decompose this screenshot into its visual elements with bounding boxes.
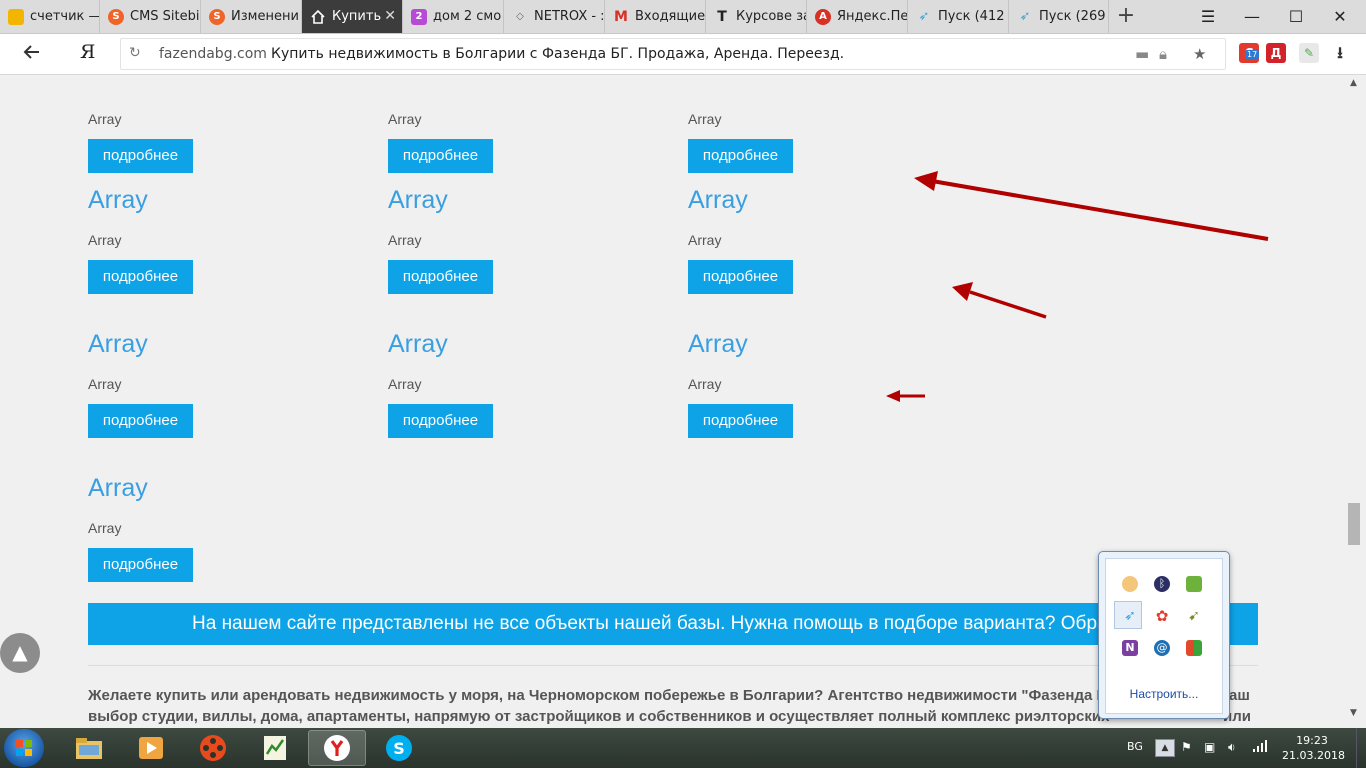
divider: [88, 665, 1258, 666]
start-button[interactable]: [4, 729, 44, 767]
skype-icon[interactable]: S: [370, 730, 428, 766]
address-domain: fazendabg.com: [159, 46, 267, 62]
maximize-button[interactable]: ☐: [1274, 0, 1318, 33]
show-hidden-icons-button[interactable]: ▲: [1155, 739, 1175, 757]
flower-icon[interactable]: ✿: [1154, 608, 1170, 624]
red-arrow: [952, 282, 1047, 319]
safely-remove-hardware-icon[interactable]: ▣: [1204, 740, 1215, 754]
diamond-icon: ◇: [516, 11, 524, 22]
reload-icon[interactable]: ↻: [129, 45, 141, 61]
translate-icon: A: [815, 8, 831, 25]
two-icon: 2: [411, 8, 427, 25]
s-icon: S: [209, 8, 225, 25]
yandex-browser-icon[interactable]: [308, 730, 366, 766]
address-field[interactable]: ↻ fazendabg.com Купить недвижимость в Бо…: [120, 38, 1226, 70]
red-arrow: [914, 171, 1269, 241]
address-toolbar: Я ↻ fazendabg.com Купить недвижимость в …: [0, 34, 1366, 75]
language-indicator[interactable]: BG: [1127, 740, 1143, 753]
onenote-icon[interactable]: N: [1122, 640, 1138, 656]
tab-vkhodyashchie[interactable]: M Входящие: [605, 0, 706, 33]
tab-pusk-269[interactable]: ➶ Пуск (269 l: [1009, 0, 1109, 33]
tab-dom2[interactable]: 2 дом 2 смо: [403, 0, 504, 33]
sparrow-icon[interactable]: ➹: [1186, 608, 1202, 624]
extension-d-icon[interactable]: Д: [1266, 43, 1286, 63]
yandex-logo[interactable]: Я: [80, 41, 95, 63]
scroll-thumb[interactable]: [1348, 503, 1360, 545]
s-icon: S: [108, 8, 124, 25]
back-arrow-icon[interactable]: [20, 41, 44, 65]
media-player-icon[interactable]: [122, 730, 180, 766]
bird-icon: ➶: [918, 9, 930, 24]
red-arrow: [886, 390, 925, 402]
t-icon: T: [717, 8, 727, 25]
bars-icon: [8, 8, 24, 25]
tab-schetchik[interactable]: счетчик —: [0, 0, 100, 33]
bird-icon: ➶: [1019, 9, 1031, 24]
windows-flag-icon[interactable]: [1186, 640, 1202, 656]
description-line: Желаете купить или арендовать недвижимос…: [88, 687, 1108, 704]
film-reel-icon[interactable]: [184, 730, 242, 766]
star-icon[interactable]: ★: [1193, 45, 1206, 63]
house-icon: [310, 9, 326, 25]
tab-yandex-perevod[interactable]: A Яндекс.Пер: [807, 0, 908, 33]
close-tab-icon[interactable]: ✕: [384, 8, 396, 24]
extension-badge: 17: [1245, 50, 1260, 59]
system-clock[interactable]: 19:23 21.03.2018: [1282, 733, 1345, 763]
address-page-title: Купить недвижимость в Болгарии с Фазенда…: [271, 46, 845, 62]
help-banner[interactable]: На нашем сайте представлены не все объек…: [88, 603, 1258, 645]
gmail-icon: M: [614, 8, 628, 25]
menu-icon[interactable]: ☰: [1186, 0, 1230, 33]
at-icon[interactable]: @: [1154, 640, 1170, 656]
description-paragraph: Желаете купить или арендовать недвижимос…: [88, 685, 1258, 728]
page-scrollbar[interactable]: [1346, 75, 1366, 728]
new-tab-button[interactable]: +: [1114, 4, 1138, 28]
show-desktop-button[interactable]: [1356, 728, 1366, 768]
download-icon[interactable]: ⭳: [1330, 43, 1350, 63]
network-signal-icon[interactable]: [1253, 740, 1267, 755]
cheese-icon[interactable]: [1122, 576, 1138, 592]
tab-strip: счетчик — S CMS Sitebi S Изменени Купить…: [0, 0, 1366, 34]
bluetooth-icon[interactable]: ᛒ: [1154, 576, 1170, 592]
close-window-button[interactable]: ✕: [1318, 0, 1362, 33]
description-line: выбор студии, виллы, дома, апартаменты, …: [88, 708, 1110, 725]
svg-text:S: S: [393, 739, 405, 758]
tray-overflow-popup: ᛒ ➶ ✿ ➹ N @ Настроить...: [1098, 551, 1230, 719]
tray-popup-body: ᛒ ➶ ✿ ➹ N @ Настроить...: [1105, 558, 1223, 714]
windows-logo-icon: [16, 740, 32, 756]
explorer-icon[interactable]: [60, 730, 118, 766]
clock-date: 21.03.2018: [1282, 749, 1345, 762]
lock-icon[interactable]: 🔒︎: [1159, 45, 1167, 63]
taskbar: S BG ▲ ⚑ ▣ 🔉︎ 19:23 21.03.2018: [0, 728, 1366, 768]
bird-icon[interactable]: ➶: [1122, 608, 1138, 624]
scroll-up-arrow-icon[interactable]: ▲: [1350, 78, 1357, 88]
tab-kupit-active[interactable]: Купить ✕: [302, 0, 403, 33]
scroll-to-top-button[interactable]: ▲: [0, 633, 40, 673]
chart-notepad-icon[interactable]: [246, 730, 304, 766]
volume-icon[interactable]: 🔉︎: [1228, 740, 1236, 755]
action-center-flag-icon[interactable]: ⚑: [1181, 740, 1192, 754]
extension-notepad-icon[interactable]: ✎: [1299, 43, 1319, 63]
comment-icon[interactable]: ▬: [1135, 45, 1149, 63]
tab-pusk-412[interactable]: ➶ Пуск (412 l: [908, 0, 1009, 33]
tab-kursove[interactable]: T Курсове за: [706, 0, 807, 33]
scroll-down-arrow-icon[interactable]: ▼: [1350, 708, 1357, 718]
minimize-button[interactable]: —: [1230, 0, 1274, 33]
tab-cms-sitebi[interactable]: S CMS Sitebi: [100, 0, 201, 33]
clock-time: 19:23: [1296, 734, 1328, 747]
tab-netrox[interactable]: ◇ NETROX - :: [504, 0, 605, 33]
customize-link[interactable]: Настроить...: [1106, 687, 1222, 701]
tab-izmeneniya[interactable]: S Изменени: [201, 0, 302, 33]
evernote-icon[interactable]: [1186, 576, 1202, 592]
